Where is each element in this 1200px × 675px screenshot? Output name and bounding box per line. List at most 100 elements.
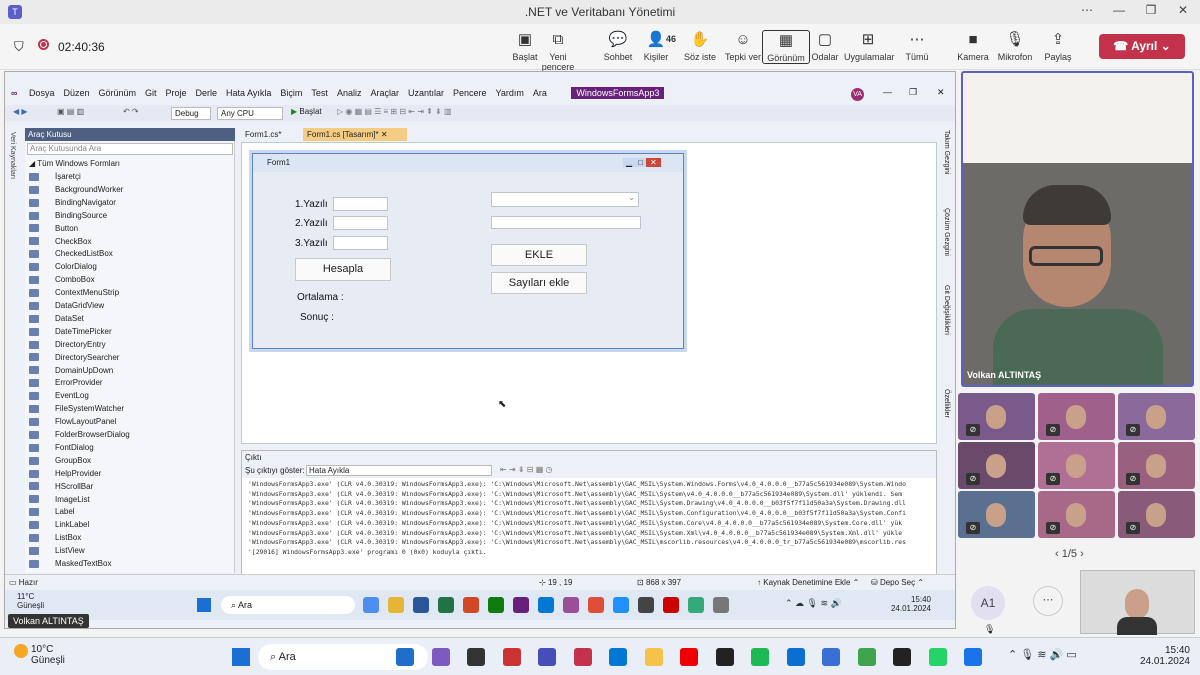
source-control-button[interactable]: ↑ Kaynak Denetimine Ekle ⌃ — [757, 578, 859, 587]
textbox-input[interactable] — [491, 216, 641, 229]
taskbar-app-icon[interactable] — [822, 648, 840, 666]
taskbar-app-icon[interactable] — [893, 648, 911, 666]
toolbox-item[interactable]: Button — [29, 222, 229, 235]
participant-tile[interactable]: ⊘ — [1038, 393, 1115, 440]
toolbox-item[interactable]: FolderBrowserDialog — [29, 428, 229, 441]
weather-widget[interactable]: 10°C Güneşli — [14, 644, 65, 666]
taskbar-app-icon[interactable] — [857, 648, 876, 666]
menu-ara[interactable]: Ara — [533, 88, 547, 98]
taskbar-app-icon[interactable] — [431, 648, 450, 666]
menu-pencere[interactable]: Pencere — [453, 88, 487, 98]
inner-taskbar-app-icon[interactable] — [413, 597, 429, 613]
toolbar-smile-button[interactable]: ☺ Tepki ver — [719, 30, 767, 62]
start-button[interactable]: ▶ Başlat — [291, 107, 322, 116]
taskbar-app-icon[interactable] — [786, 648, 805, 666]
inner-start-icon[interactable] — [197, 598, 211, 612]
toolbox-item[interactable]: DomainUpDown — [29, 364, 229, 377]
menu-yardım[interactable]: Yardım — [496, 88, 524, 98]
toolbox-item[interactable]: DateTimePicker — [29, 325, 229, 338]
platform-select[interactable]: Any CPU — [217, 107, 283, 120]
toolbox-group-header[interactable]: ◢ Tüm Windows Formları — [29, 157, 229, 170]
inner-taskbar-app-icon[interactable] — [463, 597, 479, 613]
inner-taskbar-app-icon[interactable] — [613, 597, 629, 613]
toolbox-item[interactable]: ErrorProvider — [29, 376, 229, 389]
taskbar-app-icon[interactable] — [396, 648, 414, 666]
form1-window[interactable]: Form1 ▁ □ ✕ 1.Yazılı 2.Yazılı 3.Yazılı Hes… — [252, 153, 684, 349]
taskbar-app-icon[interactable] — [609, 648, 627, 666]
toolbar-more-button[interactable]: ⋯ Tümü — [893, 30, 941, 62]
sayilari-ekle-button[interactable]: Sayıları ekle — [491, 272, 587, 294]
toolbox-item[interactable]: FlowLayoutPanel — [29, 415, 229, 428]
vs-restore-button[interactable]: ❐ — [909, 87, 917, 98]
inner-taskbar-app-icon[interactable] — [688, 597, 704, 613]
textbox-yazili-2[interactable] — [333, 216, 388, 230]
save-icons[interactable]: ▣ ▤ ▥ — [57, 107, 84, 116]
toolbox-item[interactable]: İşaretçi — [29, 170, 229, 183]
side-tab[interactable]: Takım Gezgini — [943, 130, 950, 174]
toolbox-item[interactable]: HelpProvider — [29, 467, 229, 480]
back-icon[interactable]: ◀ ▶ — [13, 107, 28, 116]
inner-taskbar-app-icon[interactable] — [563, 597, 579, 613]
minimize-button[interactable]: — — [1104, 3, 1134, 17]
toolbox-item[interactable]: EventLog — [29, 389, 229, 402]
toolbar-plus-button[interactable]: ⊞ Uygulamalar — [844, 30, 895, 62]
toolbox-item[interactable]: GroupBox — [29, 454, 229, 467]
toolbox-item[interactable]: ListView — [29, 544, 229, 557]
menu-analiz[interactable]: Analiz — [337, 88, 362, 98]
toolbox-item[interactable]: ColorDialog — [29, 260, 229, 273]
menu-görünüm[interactable]: Görünüm — [98, 88, 136, 98]
toolbar-camera-button[interactable]: ■ Kamera — [949, 30, 997, 62]
side-tab[interactable]: Çözüm Gezgini — [943, 208, 950, 256]
taskbar-app-icon[interactable] — [573, 648, 592, 666]
toolbox-item[interactable]: DirectoryEntry — [29, 338, 229, 351]
inner-taskbar-app-icon[interactable] — [538, 597, 554, 613]
inner-taskbar-app-icon[interactable] — [663, 597, 679, 613]
tray-icons[interactable]: ⌃ 🎙 ≋ 🔊 ▭ — [1008, 648, 1077, 661]
more-options-icon[interactable]: ⋯ — [1072, 3, 1102, 17]
menu-test[interactable]: Test — [311, 88, 328, 98]
menu-git[interactable]: Git — [145, 88, 157, 98]
taskbar-app-icon[interactable] — [751, 648, 769, 666]
toolbox-item[interactable]: CheckedListBox — [29, 247, 229, 260]
participant-tile[interactable]: ⊘ — [1118, 393, 1195, 440]
close-button[interactable]: ✕ — [1168, 3, 1198, 17]
menu-dosya[interactable]: Dosya — [29, 88, 55, 98]
taskbar-app-icon[interactable] — [538, 648, 556, 666]
toolbar-raise-hand-button[interactable]: ✋ Söz iste — [676, 30, 724, 62]
toolbox-item[interactable]: FileSystemWatcher — [29, 402, 229, 415]
menu-araçlar[interactable]: Araçlar — [370, 88, 399, 98]
toolbox-item[interactable]: LinkLabel — [29, 518, 229, 531]
inner-search-box[interactable]: ⌕ Ara — [221, 596, 355, 614]
data-sources-sidebar[interactable]: Veri Kaynakları — [5, 128, 23, 573]
undo-icon[interactable]: ↶ ↷ — [123, 107, 139, 116]
taskbar-app-icon[interactable] — [467, 648, 485, 666]
side-tab[interactable]: Özellikler — [943, 389, 950, 418]
form-designer-surface[interactable]: Form1 ▁ □ ✕ 1.Yazılı 2.Yazılı 3.Yazılı Hes… — [241, 142, 937, 444]
inner-taskbar-app-icon[interactable] — [438, 597, 454, 613]
close-tab-icon[interactable]: ✕ — [381, 130, 388, 139]
participant-tile[interactable]: ⊘ — [1038, 491, 1115, 538]
toolbox-item[interactable]: DataSet — [29, 312, 229, 325]
inner-tray-icons[interactable]: ⌃ ☁ 🎙 ≋ 🔊 — [785, 598, 842, 609]
inner-taskbar-app-icon[interactable] — [513, 597, 529, 613]
presenter-video[interactable] — [961, 71, 1194, 387]
taskbar-app-icon[interactable] — [502, 648, 521, 666]
menu-biçim[interactable]: Biçim — [280, 88, 302, 98]
inner-taskbar-app-icon[interactable] — [388, 597, 404, 613]
vs-minimize-button[interactable]: — — [883, 87, 892, 97]
menu-proje[interactable]: Proje — [166, 88, 187, 98]
participant-tile[interactable]: ⊘ — [1118, 442, 1195, 489]
leave-button[interactable]: ☎ Ayrıl ⌄ — [1099, 34, 1185, 59]
self-avatar[interactable]: A1 — [971, 586, 1005, 620]
repo-select-button[interactable]: ⛁ Depo Seç ⌃ — [871, 578, 924, 587]
taskbar-app-icon[interactable] — [680, 648, 698, 666]
inner-taskbar-app-icon[interactable] — [638, 597, 654, 613]
participant-pager[interactable]: ‹ 1/5 › — [1055, 548, 1084, 560]
toolbar-icons[interactable]: ▷ ◉ ▦ ▤ ☰ ≡ ⊞ ⊟ ⇤ ⇥ ⇞ ⇟ ▥ — [337, 107, 452, 116]
toolbox-item[interactable]: ImageList — [29, 493, 229, 506]
inner-taskbar-app-icon[interactable] — [588, 597, 604, 613]
inner-taskbar-app-icon[interactable] — [363, 597, 379, 613]
taskbar-app-icon[interactable] — [928, 648, 947, 666]
menu-derle[interactable]: Derle — [196, 88, 218, 98]
toolbox-item[interactable]: DataGridView — [29, 299, 229, 312]
